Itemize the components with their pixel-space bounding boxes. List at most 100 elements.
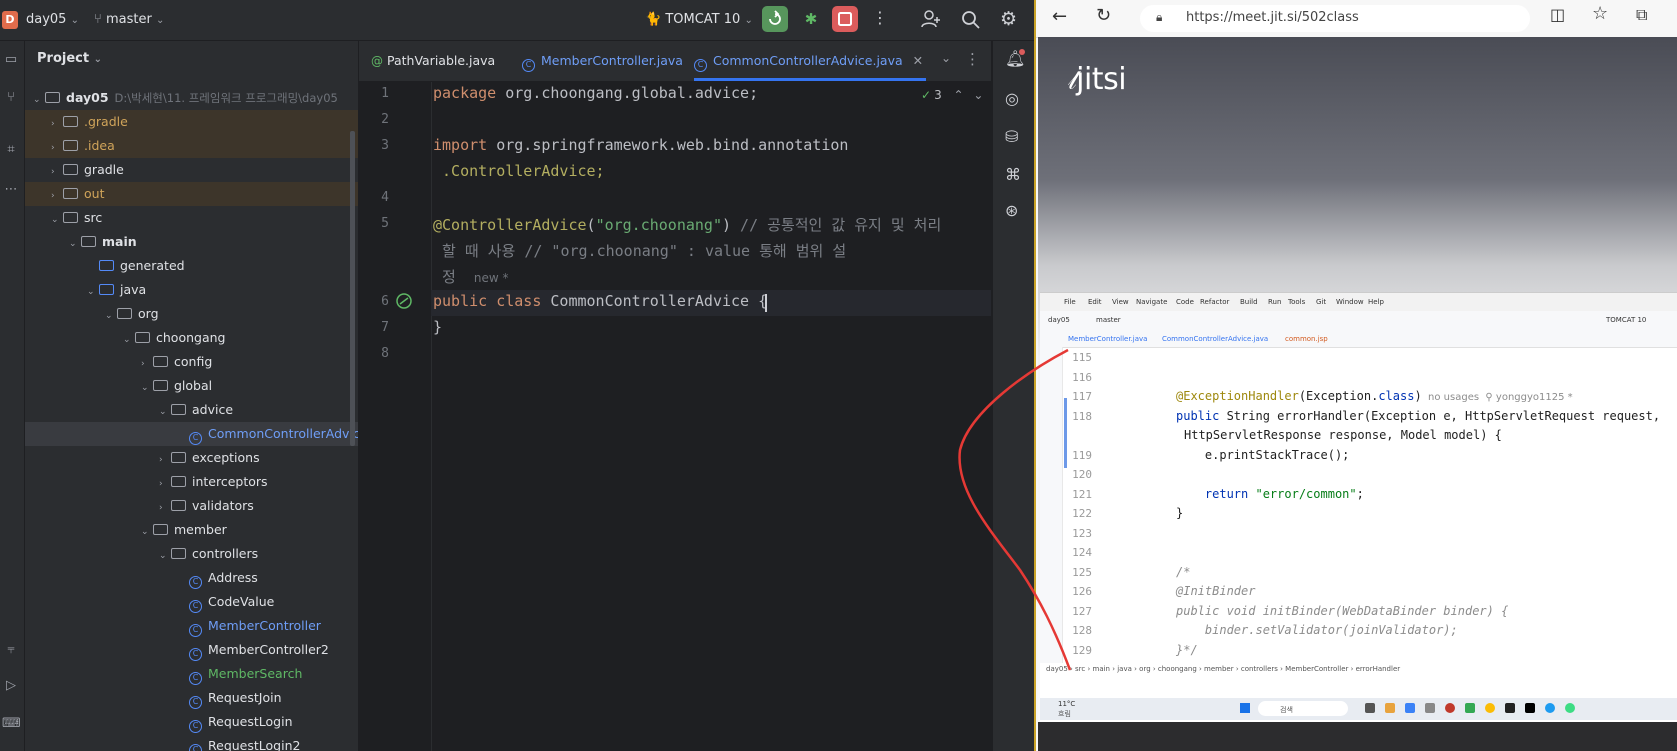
chevron-up-icon[interactable]: ⌃ <box>954 88 964 102</box>
favorites-button[interactable]: ☆ <box>1592 3 1608 24</box>
services-tool-button[interactable]: ⫧ <box>2 641 20 659</box>
tree-item[interactable]: C MemberController <box>25 614 358 638</box>
notifications-button[interactable]: 🔔︎ <box>1005 49 1025 68</box>
tree-item[interactable]: C CommonControllerAdvice <box>25 422 358 446</box>
taskbar-app-icon[interactable] <box>1365 703 1375 713</box>
taskbar-app-icon[interactable] <box>1565 703 1575 713</box>
chevron-down-icon[interactable]: ⌄ <box>159 400 171 424</box>
tree-item[interactable]: ⌄ main <box>25 230 358 254</box>
taskbar-app-icon[interactable] <box>1385 703 1395 713</box>
tree-item[interactable]: ⌄ day05 D:\박세현\11. 프레임워크 프로그래밍\day05 <box>25 86 358 110</box>
chevron-down-icon[interactable]: ⌄ <box>141 376 153 400</box>
tree-item[interactable]: ⌄ src <box>25 206 358 230</box>
tree-item[interactable]: ⌄ org <box>25 302 358 326</box>
taskbar-app-icon[interactable] <box>1405 703 1415 713</box>
ai-assistant-button[interactable]: ◎ <box>1005 89 1019 108</box>
project-tool-button[interactable]: ▭ <box>2 51 20 69</box>
chevron-right-icon[interactable]: › <box>159 472 171 496</box>
more-tools-button[interactable]: ⋯ <box>2 181 20 199</box>
project-switcher[interactable]: day05 ⌄ <box>26 12 79 27</box>
tree-item[interactable]: C MemberSearch <box>25 662 358 686</box>
python-console-button[interactable]: ⊛ <box>1005 201 1018 220</box>
tree-item[interactable]: ⌄ global <box>25 374 358 398</box>
address-bar[interactable]: 🔒︎ https://meet.jit.si/502class <box>1140 5 1530 32</box>
run-config-selector[interactable]: 🐈 TOMCAT 10 ⌄ <box>645 12 753 27</box>
code-editor[interactable] <box>359 82 991 751</box>
tree-item[interactable]: C MemberController2 <box>25 638 358 662</box>
chevron-right-icon[interactable]: › <box>51 160 63 184</box>
reload-button[interactable]: ↻ <box>1096 5 1111 26</box>
tree-item[interactable]: ⌄ controllers <box>25 542 358 566</box>
stop-button[interactable] <box>832 6 858 32</box>
tree-item[interactable]: generated <box>25 254 358 278</box>
chevron-down-icon[interactable]: ⌄ <box>973 88 983 102</box>
tab-membercontroller[interactable]: C MemberController.java <box>522 41 683 81</box>
chevron-right-icon[interactable]: › <box>51 136 63 160</box>
tree-item[interactable]: C RequestLogin <box>25 710 358 734</box>
split-screen-button[interactable]: ◫ <box>1550 5 1565 24</box>
tree-item[interactable]: ⌄ advice <box>25 398 358 422</box>
back-button[interactable]: ← <box>1052 6 1067 27</box>
tree-item[interactable]: › .gradle <box>25 110 358 134</box>
tree-item[interactable]: › interceptors <box>25 470 358 494</box>
tab-pathvariable[interactable]: @ PathVariable.java <box>371 41 495 81</box>
chevron-down-icon[interactable]: ⌄ <box>123 328 135 352</box>
tab-list-button[interactable]: ⌄ <box>941 51 951 65</box>
chevron-down-icon[interactable]: ⌄ <box>51 208 63 232</box>
tree-scrollbar[interactable] <box>350 131 355 446</box>
taskbar-app-icon[interactable] <box>1545 703 1555 713</box>
branch-switcher[interactable]: ⑂ master ⌄ <box>94 12 164 27</box>
chevron-right-icon[interactable]: › <box>51 184 63 208</box>
tree-item[interactable]: ⌄ member <box>25 518 358 542</box>
tree-item[interactable]: › config <box>25 350 358 374</box>
rerun-button[interactable] <box>762 6 788 32</box>
more-actions-button[interactable]: ⋮ <box>872 8 888 27</box>
chevron-down-icon[interactable]: ⌄ <box>141 520 153 544</box>
tree-item[interactable]: C RequestJoin <box>25 686 358 710</box>
collections-button[interactable]: ⧉ <box>1636 5 1647 25</box>
run-tool-button[interactable]: ▷ <box>2 677 20 695</box>
tree-item[interactable]: › exceptions <box>25 446 358 470</box>
chevron-down-icon[interactable]: ⌄ <box>33 88 45 112</box>
terminal-tool-button[interactable]: ⌨ <box>2 715 21 733</box>
taskbar-app-icon[interactable] <box>1425 703 1435 713</box>
taskbar-app-icon[interactable] <box>1465 703 1475 713</box>
chevron-right-icon[interactable]: › <box>159 496 171 520</box>
tree-item[interactable]: › validators <box>25 494 358 518</box>
chevron-down-icon[interactable]: ⌄ <box>69 232 81 256</box>
taskbar-app-icon[interactable] <box>1505 703 1515 713</box>
taskbar-app-icon[interactable] <box>1445 703 1455 713</box>
tree-item[interactable]: C RequestLogin2 <box>25 734 358 751</box>
taskbar-app-icon[interactable] <box>1485 703 1495 713</box>
settings-button[interactable]: ⚙ <box>1000 8 1017 30</box>
tree-item[interactable]: › .idea <box>25 134 358 158</box>
editor-more-button[interactable]: ⋮ <box>965 50 980 68</box>
tree-item[interactable]: › gradle <box>25 158 358 182</box>
debug-button[interactable]: ✱ <box>801 10 821 30</box>
chevron-down-icon[interactable]: ⌄ <box>87 280 99 304</box>
inspection-widget[interactable]: ✓ 3 ⌃ ⌄ <box>921 88 983 102</box>
close-icon[interactable]: ✕ <box>913 53 923 68</box>
taskbar-search[interactable] <box>1258 701 1348 716</box>
gradle-button[interactable]: ⌘ <box>1005 165 1021 184</box>
chevron-down-icon[interactable]: ⌄ <box>105 304 117 328</box>
code-with-me-button[interactable] <box>920 8 942 34</box>
windows-start-icon[interactable] <box>1240 703 1250 713</box>
taskbar-app-icon[interactable] <box>1525 703 1535 713</box>
tree-item[interactable]: C Address <box>25 566 358 590</box>
jitsi-logo[interactable]: 𝓁jitsi <box>1068 62 1127 97</box>
spring-bean-gutter-icon[interactable] <box>395 292 413 314</box>
tree-item[interactable]: › out <box>25 182 358 206</box>
tree-item[interactable]: ⌄ choongang <box>25 326 358 350</box>
search-everywhere-button[interactable] <box>960 9 982 35</box>
chevron-right-icon[interactable]: › <box>141 352 153 376</box>
chevron-down-icon[interactable]: ⌄ <box>159 544 171 568</box>
structure-tool-button[interactable]: ⌗ <box>2 141 20 159</box>
commit-tool-button[interactable]: ⑂ <box>2 89 20 107</box>
tree-item[interactable]: ⌄ java <box>25 278 358 302</box>
database-button[interactable]: ⛁ <box>1005 127 1018 146</box>
chevron-right-icon[interactable]: › <box>159 448 171 472</box>
tab-commoncontrolleradvice[interactable]: C CommonControllerAdvice.java ✕ <box>694 41 923 81</box>
chevron-right-icon[interactable]: › <box>51 112 63 136</box>
tree-item[interactable]: C CodeValue <box>25 590 358 614</box>
